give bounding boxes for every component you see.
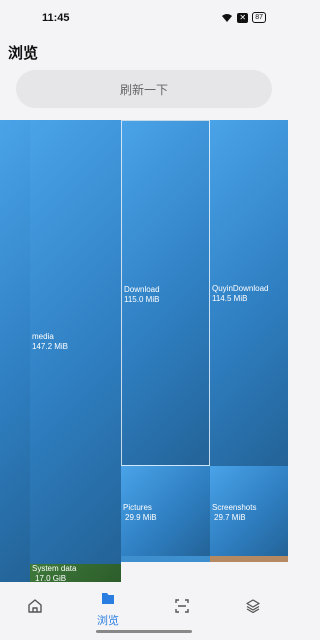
tile-name: Pictures (123, 503, 152, 512)
treemap-tile-system-data[interactable]: System data 17.0 GiB (30, 564, 121, 582)
treemap-tile-download[interactable]: Download 115.0 MiB (121, 120, 210, 466)
nav-browse-label: 浏览 (97, 615, 119, 627)
tile-size: 29.7 MiB (214, 513, 246, 522)
wifi-icon (222, 13, 233, 22)
status-icons: ✕ 87 (221, 12, 266, 23)
status-time: 11:45 (42, 12, 70, 24)
home-indicator (96, 630, 192, 633)
tile-name: media (32, 332, 54, 341)
treemap-tile-quyindownload[interactable]: QuyinDownload 114.5 MiB (210, 120, 288, 466)
tile-size: 17.0 GiB (35, 574, 67, 582)
tile-size: 115.0 MiB (124, 295, 160, 304)
tile-name: Screenshots (212, 503, 257, 512)
page-title: 浏览 (8, 45, 39, 62)
refresh-button[interactable]: 刷新一下 (16, 70, 272, 108)
nav-home[interactable] (25, 596, 45, 616)
nav-browse[interactable] (98, 588, 118, 608)
treemap-tile-small-blue[interactable] (121, 556, 210, 562)
notification-x-icon: ✕ (237, 12, 249, 23)
folder-icon (102, 593, 114, 604)
bottom-nav: 浏览 (0, 582, 288, 628)
tile-size: 114.5 MiB (212, 294, 248, 303)
tile-name: Download (124, 285, 160, 294)
home-icon (28, 599, 42, 613)
tile-size: 147.2 MiB (32, 342, 69, 351)
tile-name: QuyinDownload (212, 284, 269, 293)
treemap-tile-screenshots[interactable]: Screenshots 29.7 MiB (210, 466, 288, 556)
storage-treemap: media 147.2 MiB System data 17.0 GiB Dow… (0, 120, 288, 582)
tile-size: 29.9 MiB (125, 513, 157, 522)
battery-level: 87 (255, 14, 263, 21)
tile-name: System data (32, 564, 77, 573)
treemap-tile-unlabeled[interactable] (0, 120, 30, 582)
battery-icon: 87 (252, 12, 266, 23)
treemap-tile-small-brown[interactable] (210, 556, 288, 562)
treemap-tile-pictures[interactable]: Pictures 29.9 MiB (121, 466, 210, 556)
nav-scan[interactable] (172, 596, 192, 616)
status-bar: 11:45 ✕ 87 (0, 0, 288, 36)
refresh-label: 刷新一下 (119, 82, 168, 97)
scan-icon (175, 599, 189, 613)
nav-layers[interactable] (243, 596, 263, 616)
layers-icon (246, 599, 260, 614)
treemap-tile-media[interactable]: media 147.2 MiB (30, 120, 121, 564)
